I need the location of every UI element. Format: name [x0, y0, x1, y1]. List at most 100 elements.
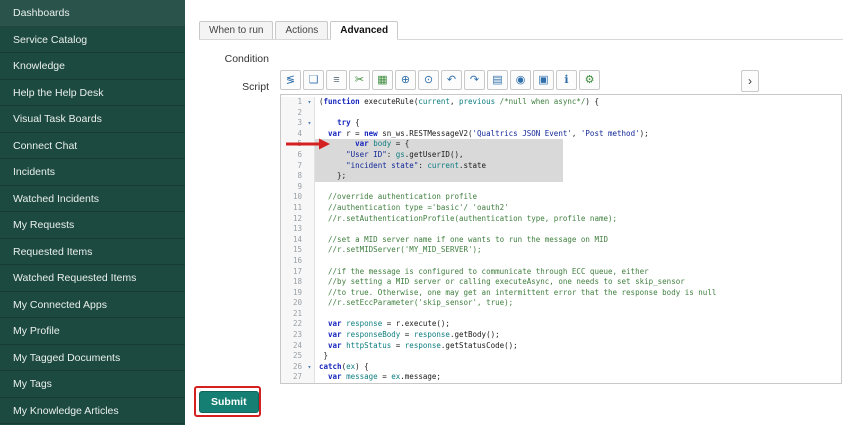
code-text: var responseBody = response.getBody();: [315, 330, 500, 341]
code-line[interactable]: 12 //r.setAuthenticationProfile(authenti…: [281, 214, 841, 225]
main-content: When to runActionsAdvanced Condition Scr…: [185, 0, 850, 425]
sidebar-item-incidents[interactable]: Incidents: [0, 159, 185, 186]
code-line[interactable]: 24 var httpStatus = response.getStatusCo…: [281, 341, 841, 352]
code-text: var httpStatus = response.getStatusCode(…: [315, 341, 518, 352]
code-line[interactable]: 1▾(function executeRule(current, previou…: [281, 97, 841, 108]
code-text: catch(ex) {: [315, 362, 369, 373]
tab-actions[interactable]: Actions: [275, 21, 328, 39]
fold-gutter: [305, 277, 315, 288]
code-line[interactable]: 2: [281, 108, 841, 119]
fold-gutter: [305, 182, 315, 193]
undo-icon[interactable]: ↶: [441, 70, 462, 90]
sidebar-item-watched-incidents[interactable]: Watched Incidents: [0, 186, 185, 213]
sidebar-item-help-the-help-desk[interactable]: Help the Help Desk: [0, 80, 185, 107]
fold-gutter: [305, 298, 315, 309]
sidebar-item-dashboards[interactable]: Dashboards: [0, 0, 185, 27]
cut-icon[interactable]: ✂: [349, 70, 370, 90]
code-line[interactable]: 6 "User ID": gs.getUserID(),: [281, 150, 841, 161]
sidebar-item-my-requests[interactable]: My Requests: [0, 212, 185, 239]
format-lines-icon[interactable]: ≡: [326, 70, 347, 90]
code-line[interactable]: 3▾ try {: [281, 118, 841, 129]
code-line[interactable]: 26▾catch(ex) {: [281, 362, 841, 373]
code-line[interactable]: 7 "incident state": current.state: [281, 161, 841, 172]
code-line[interactable]: 22 var response = r.execute();: [281, 319, 841, 330]
condition-label: Condition: [185, 53, 269, 65]
line-number: 16: [281, 256, 305, 267]
line-number: 14: [281, 235, 305, 246]
save-icon[interactable]: ▣: [533, 70, 554, 90]
code-line[interactable]: 11 //authentication type ='basic'/ 'oaut…: [281, 203, 841, 214]
sidebar-item-visual-task-boards[interactable]: Visual Task Boards: [0, 106, 185, 133]
code-line[interactable]: 10 //override authentication profile: [281, 192, 841, 203]
fold-gutter: [305, 288, 315, 299]
code-line[interactable]: 25 }: [281, 351, 841, 362]
code-fold-icon[interactable]: ▾: [305, 118, 315, 129]
format-code-icon[interactable]: ≶: [280, 70, 301, 90]
code-line[interactable]: 4 var r = new sn_ws.RESTMessageV2('Qualt…: [281, 129, 841, 140]
sidebar-item-knowledge[interactable]: Knowledge: [0, 53, 185, 80]
code-line[interactable]: 16: [281, 256, 841, 267]
sidebar-menu: DashboardsService CatalogKnowledgeHelp t…: [0, 0, 185, 424]
fold-gutter: [305, 372, 315, 383]
code-line[interactable]: 8 };: [281, 171, 841, 182]
code-line[interactable]: 20 //r.setEccParameter('skip_sensor', tr…: [281, 298, 841, 309]
code-line[interactable]: 9: [281, 182, 841, 193]
globe-icon[interactable]: ◉: [510, 70, 531, 90]
code-line[interactable]: 18 //by setting a MID server or calling …: [281, 277, 841, 288]
code-text: [315, 309, 319, 320]
code-text: var r = new sn_ws.RESTMessageV2('Qualtri…: [315, 129, 649, 140]
tab-advanced[interactable]: Advanced: [330, 21, 398, 40]
replace-icon[interactable]: ▦: [372, 70, 393, 90]
code-line[interactable]: 14 //set a MID server name if one wants …: [281, 235, 841, 246]
tab-when-to-run[interactable]: When to run: [199, 21, 273, 39]
settings-icon[interactable]: ⚙: [579, 70, 600, 90]
line-number: 3: [281, 118, 305, 129]
code-line[interactable]: 27 var message = ex.message;: [281, 372, 841, 383]
search-icon[interactable]: ⊕: [395, 70, 416, 90]
code-fold-icon[interactable]: ▾: [305, 362, 315, 373]
sidebar-item-my-connected-apps[interactable]: My Connected Apps: [0, 292, 185, 319]
line-number: 8: [281, 171, 305, 182]
line-number: 12: [281, 214, 305, 225]
sidebar-item-connect-chat[interactable]: Connect Chat: [0, 133, 185, 160]
code-line[interactable]: 5▾ var body = {: [281, 139, 841, 150]
code-fold-icon[interactable]: ▾: [305, 97, 315, 108]
sidebar-item-watched-requested-items[interactable]: Watched Requested Items: [0, 265, 185, 292]
sidebar-item-my-knowledge-articles[interactable]: My Knowledge Articles: [0, 398, 185, 425]
sidebar-item-service-catalog[interactable]: Service Catalog: [0, 27, 185, 54]
editor-expand-button[interactable]: ›: [741, 70, 759, 92]
fold-gutter: [305, 171, 315, 182]
code-text: var response = r.execute();: [315, 319, 450, 330]
line-number: 1: [281, 97, 305, 108]
line-number: 18: [281, 277, 305, 288]
submit-button[interactable]: Submit: [199, 391, 259, 413]
code-line[interactable]: 17 //if the message is configured to com…: [281, 267, 841, 278]
code-text: //override authentication profile: [315, 192, 477, 203]
code-text: [315, 256, 319, 267]
code-line[interactable]: 21: [281, 309, 841, 320]
line-number: 24: [281, 341, 305, 352]
code-text: //if the message is configured to commun…: [315, 267, 649, 278]
redo-icon[interactable]: ↷: [464, 70, 485, 90]
code-line[interactable]: 23 var responseBody = response.getBody()…: [281, 330, 841, 341]
sidebar-item-requested-items[interactable]: Requested Items: [0, 239, 185, 266]
line-number: 20: [281, 298, 305, 309]
line-number: 7: [281, 161, 305, 172]
fold-gutter: [305, 150, 315, 161]
line-number: 19: [281, 288, 305, 299]
code-line[interactable]: 19 //to true. Otherwise, one may get an …: [281, 288, 841, 299]
script-editor[interactable]: 1▾(function executeRule(current, previou…: [280, 94, 842, 384]
sidebar-item-my-tags[interactable]: My Tags: [0, 371, 185, 398]
line-number: 21: [281, 309, 305, 320]
info-icon[interactable]: ℹ: [556, 70, 577, 90]
script-preview-icon[interactable]: ▤: [487, 70, 508, 90]
sidebar-item-my-profile[interactable]: My Profile: [0, 318, 185, 345]
fold-gutter: [305, 161, 315, 172]
find-next-icon[interactable]: ⊙: [418, 70, 439, 90]
sidebar-item-my-tagged-documents[interactable]: My Tagged Documents: [0, 345, 185, 372]
line-number: 25: [281, 351, 305, 362]
fold-gutter: [305, 235, 315, 246]
comment-icon[interactable]: ❏: [303, 70, 324, 90]
code-line[interactable]: 15 //r.setMIDServer('MY_MID_SERVER');: [281, 245, 841, 256]
code-line[interactable]: 13: [281, 224, 841, 235]
